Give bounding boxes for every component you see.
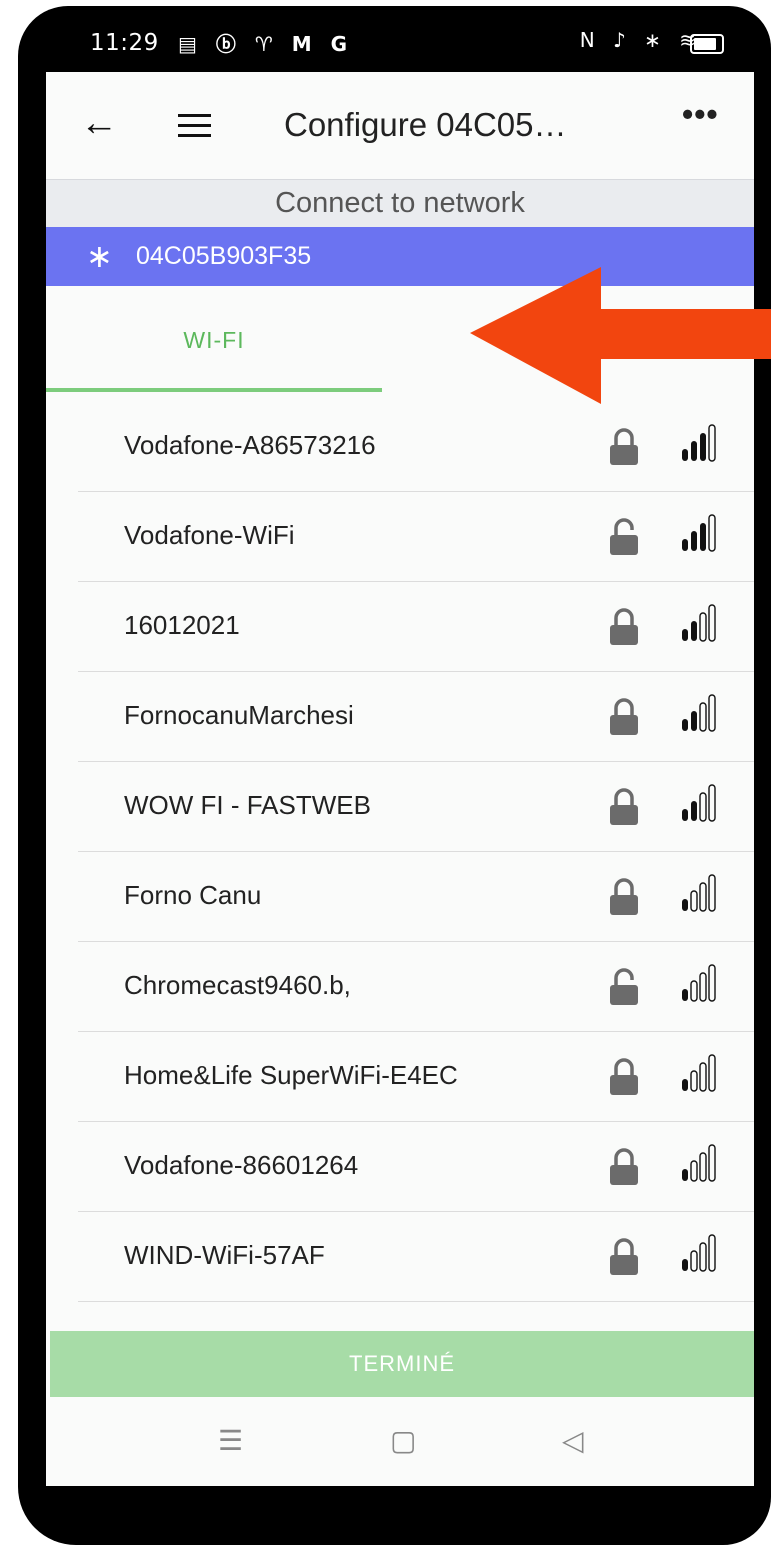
network-ssid: FornocanuMarchesi xyxy=(124,700,354,730)
network-row[interactable]: Chromecast9460.b, xyxy=(78,942,754,1032)
lock-closed-icon xyxy=(610,1238,638,1275)
lock-closed-icon xyxy=(610,608,638,645)
wifi-signal-icon xyxy=(682,964,716,1002)
network-row[interactable]: Home&Life SuperWiFi-E4EC xyxy=(78,1032,754,1122)
wifi-signal-icon xyxy=(682,514,716,552)
network-row[interactable]: Vodafone-86601264 xyxy=(78,1122,754,1212)
wifi-signal-icon xyxy=(682,1054,716,1092)
network-row[interactable]: WOW FI - FASTWEB xyxy=(78,762,754,852)
lock-closed-icon xyxy=(610,698,638,735)
lock-open-icon xyxy=(610,518,638,555)
home-icon[interactable]: ▢ xyxy=(390,1424,416,1457)
lock-closed-icon xyxy=(610,428,638,465)
network-row[interactable]: 16012021 xyxy=(78,582,754,672)
network-ssid: Forno Canu xyxy=(124,880,262,910)
network-ssid: WIND-WiFi-57AF xyxy=(124,1240,325,1270)
lock-closed-icon xyxy=(610,1148,638,1185)
wifi-signal-icon xyxy=(682,784,716,822)
network-row[interactable]: WIND-WiFi-57AF xyxy=(78,1212,754,1302)
recent-apps-icon[interactable]: ☰ xyxy=(218,1424,243,1457)
wifi-signal-icon xyxy=(682,1144,716,1182)
wifi-signal-icon xyxy=(682,694,716,732)
network-row[interactable]: Forno Canu xyxy=(78,852,754,942)
wifi-signal-icon xyxy=(682,424,716,462)
network-ssid: Home&Life SuperWiFi-E4EC xyxy=(124,1060,458,1090)
lock-open-icon xyxy=(610,968,638,1005)
network-row[interactable]: FornocanuMarchesi xyxy=(78,672,754,762)
wifi-signal-icon xyxy=(682,874,716,912)
system-nav-bar: ☰ ▢ ◁ xyxy=(46,1402,754,1486)
annotation-arrow-icon xyxy=(470,267,771,404)
network-ssid: Vodafone-86601264 xyxy=(124,1150,359,1180)
lock-closed-icon xyxy=(610,1058,638,1095)
network-ssid: WOW FI - FASTWEB xyxy=(124,790,371,820)
wifi-signal-icon xyxy=(682,1234,716,1272)
wifi-signal-icon xyxy=(682,604,716,642)
network-list: Vodafone-A86573216 Vodafone-WiFi 16012021 F… xyxy=(78,402,754,1302)
back-nav-icon[interactable]: ◁ xyxy=(562,1424,584,1457)
lock-closed-icon xyxy=(610,788,638,825)
network-ssid: Chromecast9460.b, xyxy=(124,970,351,1000)
network-ssid: 16012021 xyxy=(124,610,240,640)
lock-closed-icon xyxy=(610,878,638,915)
done-button[interactable]: TERMINÉ xyxy=(50,1331,754,1397)
network-row[interactable]: Vodafone-WiFi xyxy=(78,492,754,582)
network-ssid: Vodafone-WiFi xyxy=(124,520,295,550)
